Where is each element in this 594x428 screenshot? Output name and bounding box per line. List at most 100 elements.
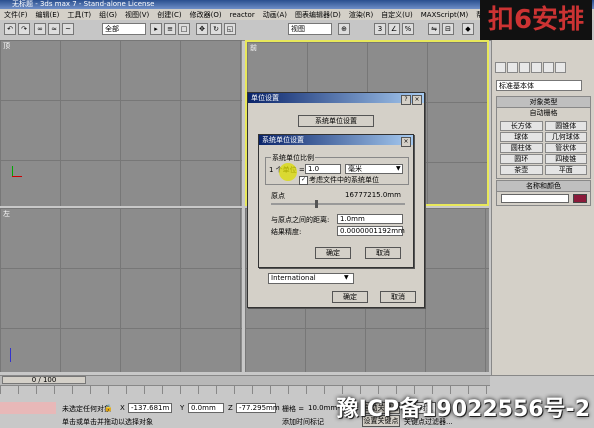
viewport-left-label[interactable]: 左 — [3, 209, 10, 219]
units-ok-button[interactable]: 确定 — [332, 291, 368, 303]
angle-snap-icon[interactable]: ∠ — [388, 23, 400, 35]
scale-icon[interactable]: ◱ — [224, 23, 236, 35]
precision-label: 结果精度: — [271, 228, 302, 236]
reference-coord-select[interactable]: 视图 — [288, 23, 332, 35]
menu-modifiers[interactable]: 修改器(O) — [186, 11, 226, 19]
menu-reactor[interactable]: reactor — [226, 11, 259, 19]
viewport-front-label[interactable]: 前 — [250, 43, 257, 53]
box-button[interactable]: 长方体 — [500, 121, 543, 131]
y-coord-field[interactable]: 0.0mm — [188, 403, 224, 413]
menu-graph-editors[interactable]: 图表编辑器(D) — [291, 11, 345, 19]
display-tab-icon[interactable] — [543, 62, 554, 73]
viewport-left[interactable]: 左 — [0, 208, 242, 372]
add-time-tag[interactable]: 添加时间标记 — [282, 417, 324, 427]
axis-z-icon — [10, 348, 11, 362]
motion-tab-icon[interactable] — [531, 62, 542, 73]
redo-icon[interactable]: ↷ — [18, 23, 30, 35]
modify-tab-icon[interactable] — [507, 62, 518, 73]
x-coord-field[interactable]: -137.681m — [128, 403, 172, 413]
system-cancel-button[interactable]: 取消 — [365, 247, 401, 259]
time-slider[interactable]: 0 / 100 — [0, 376, 490, 386]
percent-snap-icon[interactable]: % — [402, 23, 414, 35]
prompt-line: 单击或单击并拖动以选择对象 — [62, 418, 153, 426]
axis-x-icon — [12, 176, 22, 177]
pivot-icon[interactable]: ⊕ — [338, 23, 350, 35]
close-icon[interactable]: × — [412, 95, 422, 105]
rotate-icon[interactable]: ↻ — [210, 23, 222, 35]
cone-button[interactable]: 圆锥体 — [544, 121, 587, 131]
respect-units-label: 考虑文件中的系统单位 — [309, 176, 379, 184]
region-icon[interactable]: □ — [178, 23, 190, 35]
units-cancel-button[interactable]: 取消 — [380, 291, 416, 303]
z-coord-field[interactable]: -77.295mm — [236, 403, 280, 413]
distance-field[interactable]: 1.0mm — [337, 214, 403, 224]
dropdown-arrow-icon[interactable]: ▼ — [396, 165, 401, 172]
origin-slider[interactable] — [271, 203, 405, 205]
lock-icon[interactable]: 🔒 — [104, 404, 113, 412]
menu-customize[interactable]: 自定义(U) — [377, 11, 417, 19]
utilities-tab-icon[interactable] — [555, 62, 566, 73]
create-tab-icon[interactable] — [495, 62, 506, 73]
unit-type-select[interactable]: 毫米 — [345, 164, 403, 174]
autogrid-checkbox[interactable]: 自动栅格 — [497, 108, 590, 118]
move-icon[interactable]: ✥ — [196, 23, 208, 35]
menu-tools[interactable]: 工具(T) — [63, 11, 95, 19]
plane-button[interactable]: 平面 — [544, 165, 587, 175]
menu-maxscript[interactable]: MAXScript(M) — [417, 11, 472, 19]
maxscript-listener[interactable] — [0, 402, 56, 414]
align-icon[interactable]: ⊟ — [442, 23, 454, 35]
cylinder-button[interactable]: 圆柱体 — [500, 143, 543, 153]
menu-group[interactable]: 组(G) — [95, 11, 121, 19]
hierarchy-tab-icon[interactable] — [519, 62, 530, 73]
menu-create[interactable]: 创建(C) — [153, 11, 185, 19]
snap-icon[interactable]: 3 — [374, 23, 386, 35]
select-by-name-icon[interactable]: ≡ — [164, 23, 176, 35]
object-name-field[interactable] — [501, 194, 569, 203]
menu-animation[interactable]: 动画(A) — [259, 11, 291, 19]
command-panel: 标准基本体 对象类型 自动栅格 长方体 圆锥体 球体 几何球体 圆柱体 管状体 … — [491, 40, 594, 375]
render-icon[interactable]: ◆ — [462, 23, 474, 35]
close-icon[interactable]: × — [401, 137, 411, 147]
axis-y-icon — [12, 166, 13, 176]
teapot-button[interactable]: 茶壶 — [500, 165, 543, 175]
name-color-header[interactable]: 名称和颜色 — [497, 181, 590, 192]
system-dialog-title: 系统单位设置 — [262, 136, 304, 144]
menu-views[interactable]: 视图(V) — [121, 11, 153, 19]
object-type-header[interactable]: 对象类型 — [497, 97, 590, 108]
select-icon[interactable]: ▸ — [150, 23, 162, 35]
selection-filter[interactable]: 全部 — [102, 23, 146, 35]
display-units-select[interactable]: International — [268, 273, 354, 284]
menu-file[interactable]: 文件(F) — [0, 11, 32, 19]
origin-slider-handle[interactable] — [315, 200, 318, 208]
geosphere-button[interactable]: 几何球体 — [544, 132, 587, 142]
system-unit-setup-button[interactable]: 系统单位设置 — [298, 115, 374, 127]
unlink-icon[interactable]: ≈ — [48, 23, 60, 35]
command-tabs[interactable] — [495, 62, 591, 74]
mirror-icon[interactable]: ⇋ — [428, 23, 440, 35]
y-label: Y — [180, 404, 185, 412]
tube-button[interactable]: 管状体 — [544, 143, 587, 153]
respect-units-checkbox[interactable]: ✓ — [299, 176, 308, 185]
unit-value-field[interactable]: 1.0 — [305, 164, 341, 174]
viewport-top[interactable]: 顶 — [0, 40, 242, 206]
menu-rendering[interactable]: 渲染(R) — [345, 11, 377, 19]
name-color-rollout: 名称和颜色 — [496, 180, 591, 206]
undo-icon[interactable]: ↶ — [4, 23, 16, 35]
caption-overlay: 豫ICP备19022556号-2 — [336, 397, 590, 422]
link-icon[interactable]: ∞ — [34, 23, 46, 35]
viewport-top-label[interactable]: 顶 — [3, 41, 10, 51]
category-select[interactable]: 标准基本体 — [496, 80, 582, 91]
menu-edit[interactable]: 编辑(E) — [32, 11, 64, 19]
bind-icon[interactable]: ~ — [62, 23, 74, 35]
object-color-swatch[interactable] — [573, 194, 587, 203]
z-label: Z — [228, 404, 233, 412]
time-slider-handle[interactable]: 0 / 100 — [2, 376, 86, 384]
dropdown-arrow-icon[interactable]: ▼ — [344, 274, 349, 281]
torus-button[interactable]: 圆环 — [500, 154, 543, 164]
x-label: X — [120, 404, 125, 412]
sphere-button[interactable]: 球体 — [500, 132, 543, 142]
help-icon[interactable]: ? — [401, 95, 411, 105]
pyramid-button[interactable]: 四棱锥 — [544, 154, 587, 164]
system-unit-setup-dialog: 系统单位设置 × 系统单位比例 1 个单位 = 1.0 毫米 ▼ ✓ 考虑文件中… — [258, 134, 414, 268]
system-ok-button[interactable]: 确定 — [315, 247, 351, 259]
